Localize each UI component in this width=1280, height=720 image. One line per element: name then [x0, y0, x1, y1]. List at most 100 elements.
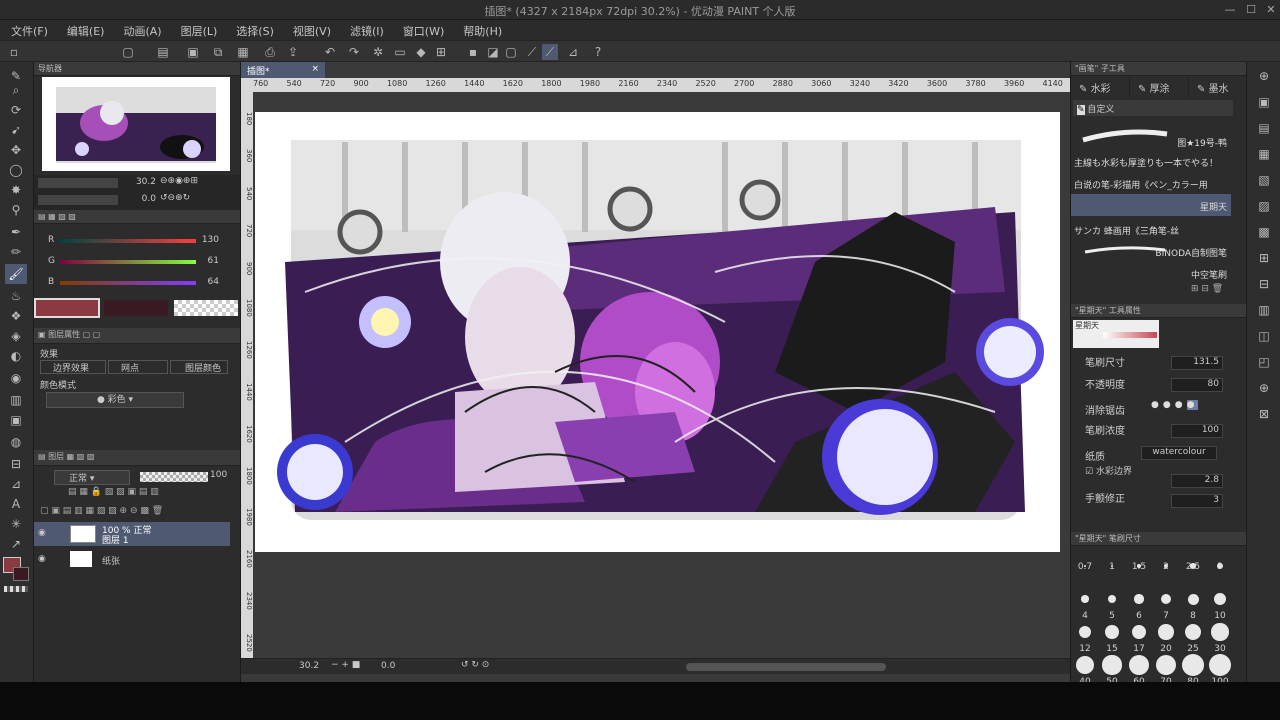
- open-icon[interactable]: ▤: [155, 44, 171, 60]
- dock-icon[interactable]: ▧: [1253, 170, 1275, 190]
- brush-size-dot[interactable]: [1187, 593, 1199, 605]
- dock-icon[interactable]: ▨: [1253, 196, 1275, 216]
- close-button[interactable]: ✕: [1263, 2, 1279, 18]
- drawing-canvas[interactable]: [255, 112, 1060, 552]
- move-tool-icon[interactable]: ⟳: [5, 100, 27, 120]
- text-tool-icon[interactable]: A: [5, 494, 27, 514]
- stabilization-field[interactable]: 3: [1171, 494, 1223, 508]
- figure-icon[interactable]: ▣: [5, 410, 27, 430]
- layer-action-icons[interactable]: ▢ ▣ ▤ ▥ ▦ ▧ ▨ ⊕ ⊖ ▩ 🗑: [40, 506, 163, 516]
- fill-tool-icon[interactable]: ◉: [5, 368, 27, 388]
- menu-window[interactable]: 窗口(W): [392, 20, 452, 40]
- export-icon[interactable]: ⇪: [285, 44, 301, 60]
- sub-color-bar[interactable]: [104, 300, 168, 316]
- blend-icon[interactable]: ◐: [5, 346, 27, 366]
- r-slider[interactable]: [60, 239, 196, 243]
- minimize-button[interactable]: —: [1222, 2, 1238, 18]
- transparent-color-icon[interactable]: [4, 586, 28, 592]
- dock-icon[interactable]: ⊞: [1253, 248, 1275, 268]
- dock-icon[interactable]: ◫: [1253, 326, 1275, 346]
- ruler-icon[interactable]: ⊟: [5, 454, 27, 474]
- density-field[interactable]: 100: [1171, 424, 1223, 438]
- brush-size-dot[interactable]: [1160, 593, 1172, 605]
- brush-size-dot[interactable]: [1158, 624, 1174, 640]
- menu-view[interactable]: 视图(V): [282, 20, 339, 40]
- move-layer-icon[interactable]: ✥: [5, 140, 27, 160]
- invert-selection-icon[interactable]: ◪: [485, 44, 501, 60]
- g-slider[interactable]: [60, 260, 196, 264]
- menu-filter[interactable]: 滤镜(I): [339, 20, 392, 40]
- magic-wand-icon[interactable]: ✸: [5, 180, 27, 200]
- rotate-slider[interactable]: [38, 195, 118, 205]
- print-icon[interactable]: ⎙: [262, 44, 278, 60]
- brush-size-dot[interactable]: [1105, 625, 1119, 639]
- balloon-icon[interactable]: ✳: [5, 514, 27, 534]
- copy-icon[interactable]: ⧉: [210, 44, 226, 60]
- eye-icon[interactable]: ◉: [38, 554, 46, 564]
- transparent-color-bar[interactable]: [174, 300, 238, 316]
- dock-icon[interactable]: ⊕: [1253, 66, 1275, 86]
- border-effect-button[interactable]: 边界效果: [40, 360, 106, 374]
- deselect-icon[interactable]: ▪: [465, 44, 481, 60]
- ruler-snap-icon[interactable]: ⟋: [524, 44, 540, 60]
- menu-edit[interactable]: 编辑(E): [56, 20, 113, 40]
- dock-icon[interactable]: ⊕: [1253, 378, 1275, 398]
- menu-select[interactable]: 选择(S): [225, 20, 282, 40]
- expression-select[interactable]: ● 彩色 ▾: [46, 392, 184, 408]
- layer-opacity-slider[interactable]: [140, 472, 208, 482]
- menu-animation[interactable]: 动画(A): [112, 20, 169, 40]
- tab-ink[interactable]: ✎ 墨水: [1189, 77, 1247, 97]
- lasso-icon[interactable]: ◯: [5, 160, 27, 180]
- dock-icon[interactable]: ▦: [1253, 144, 1275, 164]
- dock-icon[interactable]: ▩: [1253, 222, 1275, 242]
- save-icon[interactable]: ▣: [185, 44, 201, 60]
- canvas-tab[interactable]: 插图* ×: [241, 62, 325, 78]
- special-ruler-snap-icon[interactable]: ⟋: [542, 44, 558, 60]
- clear-outside-icon[interactable]: ▭: [392, 44, 408, 60]
- layer-color-button[interactable]: 图层颜色: [170, 360, 228, 374]
- transform-icon[interactable]: ⊞: [433, 44, 449, 60]
- undo-icon[interactable]: ↶: [322, 44, 338, 60]
- dock-icon[interactable]: ▥: [1253, 300, 1275, 320]
- pen-tool-icon[interactable]: ✒: [5, 222, 27, 242]
- brush-size-dot[interactable]: [1211, 623, 1229, 641]
- zoom-slider[interactable]: [38, 178, 118, 188]
- halftone-button[interactable]: 网点: [108, 360, 168, 374]
- menu-layer[interactable]: 图层(L): [170, 20, 226, 40]
- clear-icon[interactable]: ✲: [370, 44, 386, 60]
- wc-edge-checkbox[interactable]: ☑ 水彩边界: [1085, 464, 1132, 477]
- dock-icon[interactable]: ⊟: [1253, 274, 1275, 294]
- brush-size-dot[interactable]: [1155, 654, 1177, 676]
- navigator-preview[interactable]: [42, 77, 230, 171]
- eraser-icon[interactable]: ◈: [5, 326, 27, 346]
- horizontal-scrollbar[interactable]: [686, 663, 886, 671]
- opacity-field[interactable]: 80: [1171, 378, 1223, 392]
- layer-row-1[interactable]: ◉ 100 % 正常 图层 1: [34, 522, 230, 546]
- decoration-icon[interactable]: ❖: [5, 306, 27, 326]
- dock-icon[interactable]: ⊠: [1253, 404, 1275, 424]
- brush-size-dot[interactable]: [1214, 593, 1226, 605]
- selection-border-icon[interactable]: ▢: [503, 44, 519, 60]
- custom-group[interactable]: ✎ 自定义: [1073, 100, 1233, 116]
- dock-icon[interactable]: ▣: [1253, 92, 1275, 112]
- operation-tool-icon[interactable]: ➹: [5, 120, 27, 140]
- eye-icon[interactable]: ◉: [38, 528, 46, 538]
- main-color-bar[interactable]: [34, 298, 100, 318]
- brush-size-dot[interactable]: [1129, 655, 1149, 675]
- menu-help[interactable]: 帮助(H): [452, 20, 510, 40]
- gradient-icon[interactable]: ▥: [5, 390, 27, 410]
- brush-size-dot[interactable]: [1107, 594, 1117, 604]
- brush-size-dot[interactable]: [1209, 654, 1231, 676]
- eyedropper-icon[interactable]: ⚲: [5, 200, 27, 220]
- blend-mode-select[interactable]: 正常 ▾: [54, 470, 130, 485]
- menu-file[interactable]: 文件(F): [0, 20, 56, 40]
- new-canvas-icon[interactable]: ▢: [120, 44, 136, 60]
- paste-icon[interactable]: ▦: [235, 44, 251, 60]
- brush-size-dot[interactable]: [1182, 654, 1204, 676]
- brush-size-dot[interactable]: [1131, 624, 1147, 640]
- brush-active-icon[interactable]: 🖌: [5, 264, 27, 284]
- layer-row-paper[interactable]: ◉ 纸张: [34, 548, 230, 570]
- brush-size-dot[interactable]: [1075, 655, 1095, 675]
- pencil-tool-icon[interactable]: ✏: [5, 242, 27, 262]
- brush-size-dot[interactable]: [1081, 595, 1089, 603]
